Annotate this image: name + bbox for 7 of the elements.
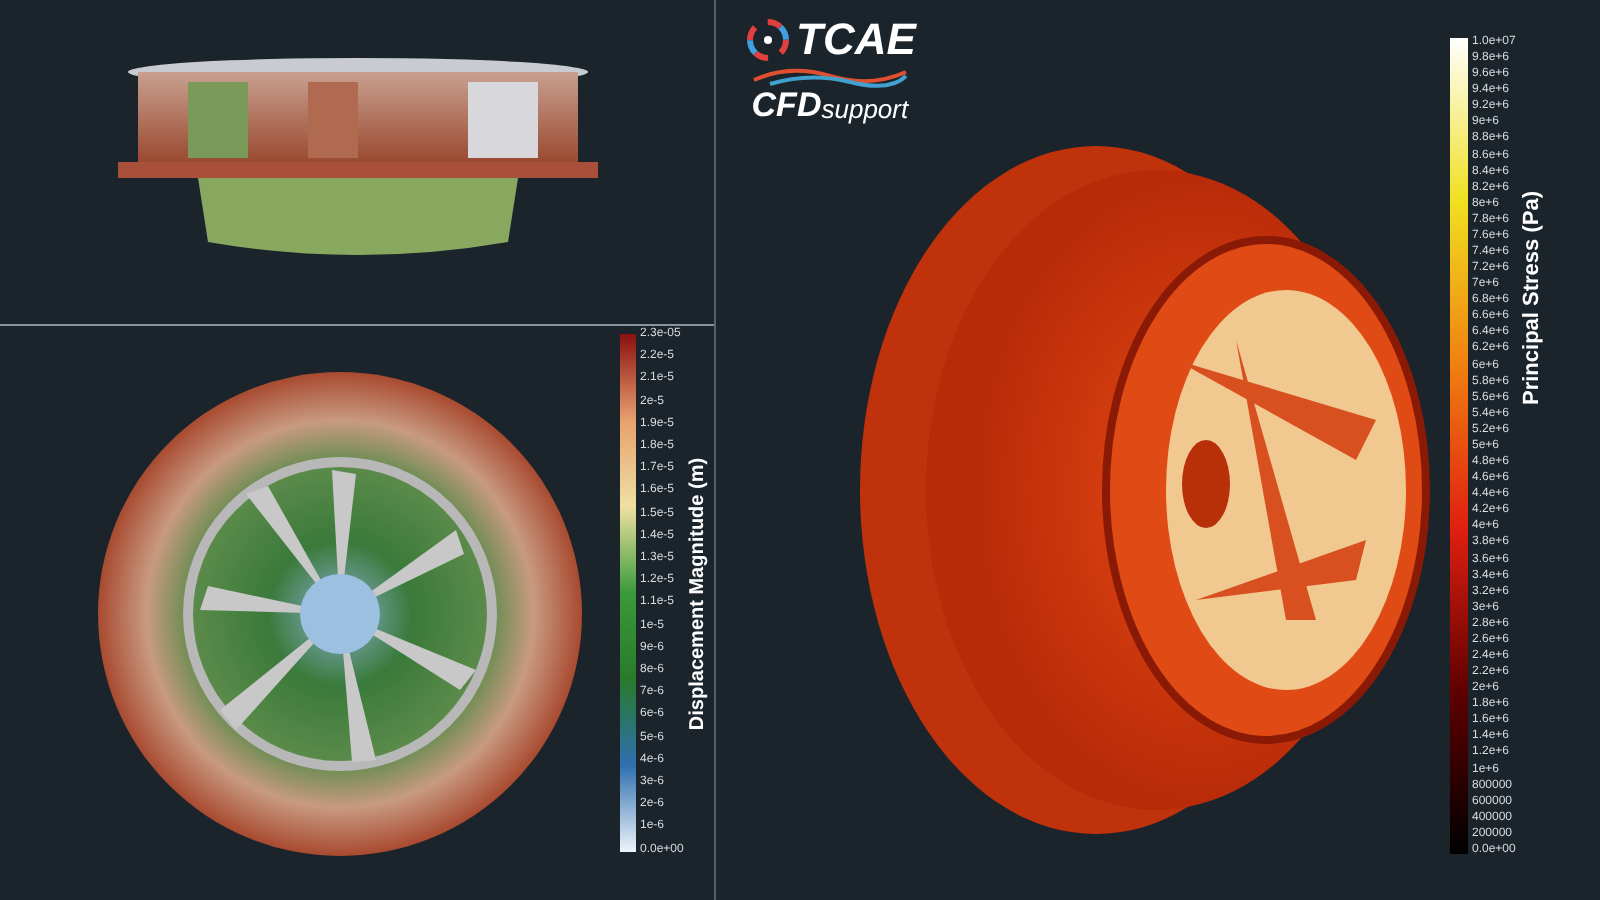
logo-text: support bbox=[821, 96, 909, 122]
logo-text: CFD bbox=[751, 88, 822, 122]
legend-title: Principal Stress (Pa) bbox=[1517, 191, 1546, 405]
logo-ring-icon bbox=[744, 16, 792, 64]
logo-text: TCAE bbox=[796, 18, 916, 62]
legend-title: Displacement Magnitude (m) bbox=[684, 457, 711, 731]
logo-swoosh-icon bbox=[749, 64, 910, 88]
